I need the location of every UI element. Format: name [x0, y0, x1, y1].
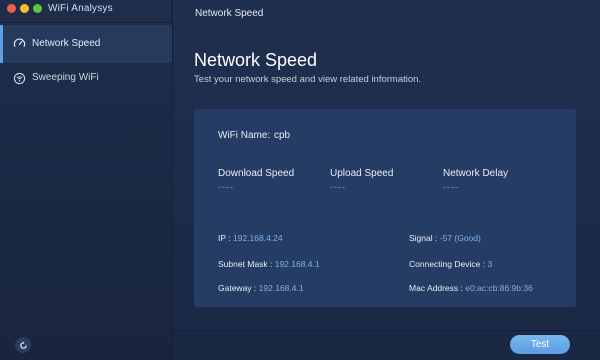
subnet-mask-info: Subnet Mask : 192.168.4.1	[218, 259, 320, 269]
gateway-info: Gateway : 192.168.4.1	[218, 283, 304, 293]
sidebar-item-network-speed[interactable]: Network Speed	[0, 25, 172, 63]
metric-value: ----	[330, 182, 346, 192]
subnet-mask-label: Subnet Mask :	[218, 259, 273, 269]
wifi-sweep-icon	[13, 72, 26, 85]
header-title: Network Speed	[195, 8, 264, 19]
connecting-device-info: Connecting Device : 3	[409, 259, 492, 269]
close-window-button[interactable]	[7, 4, 16, 13]
mac-address-value: e0:ac:cb:86:9b:36	[465, 283, 533, 293]
zoom-window-button[interactable]	[33, 4, 42, 13]
sidebar-item-label: Network Speed	[32, 38, 101, 49]
wifi-name-label: WiFi Name:	[218, 130, 271, 141]
download-speed-metric: Download Speed ----	[218, 168, 294, 192]
subnet-mask-value: 192.168.4.1	[274, 259, 320, 269]
sidebar: WiFi Analysys Network Speed Sweeping WiF…	[0, 0, 172, 360]
minimize-window-button[interactable]	[20, 4, 29, 13]
mac-address-label: Mac Address :	[409, 283, 463, 293]
page-subtitle: Test your network speed and view related…	[194, 74, 422, 85]
main-panel: Network Speed Network Speed Test your ne…	[173, 0, 600, 360]
metric-label: Network Delay	[443, 168, 509, 179]
network-info-card: WiFi Name: cpb Download Speed ---- Uploa…	[194, 109, 576, 307]
signal-value: -57 (Good)	[439, 233, 481, 243]
refresh-icon	[19, 341, 27, 349]
wifi-name-value: cpb	[274, 130, 291, 141]
refresh-button[interactable]	[15, 337, 31, 353]
network-delay-metric: Network Delay ----	[443, 168, 508, 192]
sidebar-item-label: Sweeping WiFi	[32, 72, 99, 83]
connecting-device-value: 3	[487, 259, 493, 269]
metric-label: Download Speed	[218, 168, 295, 179]
footer-divider	[173, 330, 600, 331]
signal-info: Signal : -57 (Good)	[409, 233, 481, 243]
speedometer-icon	[13, 38, 26, 47]
metric-value: ----	[218, 182, 234, 192]
sidebar-item-sweeping-wifi[interactable]: Sweeping WiFi	[0, 60, 172, 98]
ip-value: 192.168.4.24	[232, 233, 283, 243]
ip-info: IP : 192.168.4.24	[218, 233, 283, 243]
mac-address-info: Mac Address : e0:ac:cb:86:9b:36	[409, 283, 533, 293]
metric-label: Upload Speed	[330, 168, 394, 179]
gateway-value: 192.168.4.1	[258, 283, 304, 293]
connecting-device-label: Connecting Device :	[409, 259, 486, 269]
main-titlebar: Network Speed	[173, 0, 600, 22]
ip-label: IP :	[218, 233, 231, 243]
page-title: Network Speed	[194, 50, 318, 70]
app-title: WiFi Analysys	[48, 3, 113, 14]
test-button[interactable]: Test	[510, 335, 570, 354]
signal-label: Signal :	[409, 233, 438, 243]
window-titlebar: WiFi Analysys	[0, 0, 172, 22]
metric-value: ----	[443, 182, 459, 192]
upload-speed-metric: Upload Speed ----	[330, 168, 393, 192]
gateway-label: Gateway :	[218, 283, 257, 293]
